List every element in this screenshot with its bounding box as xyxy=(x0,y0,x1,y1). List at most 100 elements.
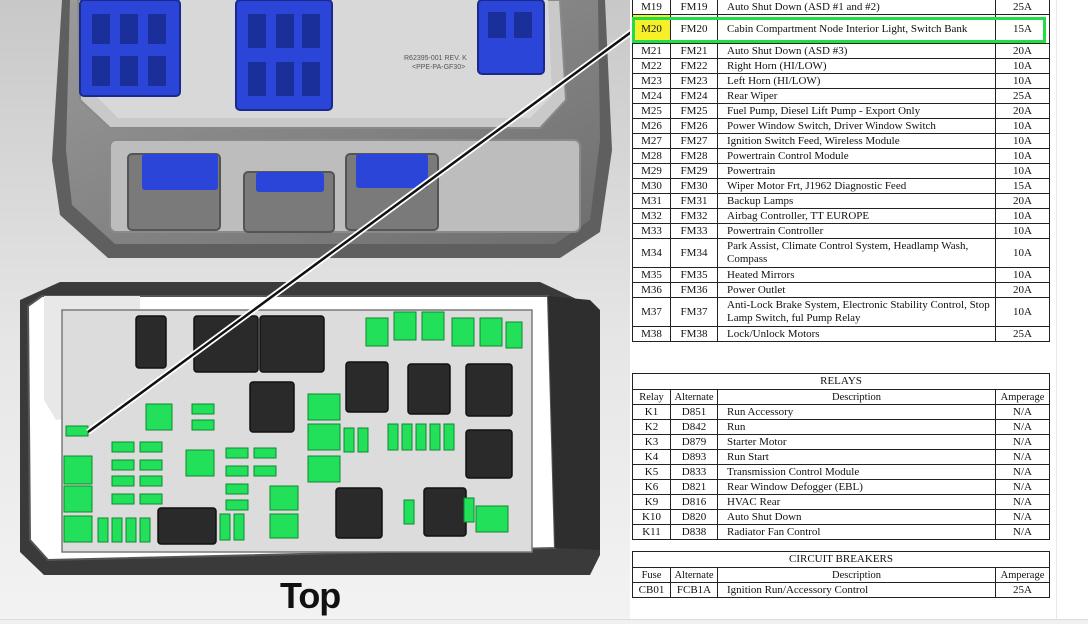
fuse-tables-panel: M19 FM19 Auto Shut Down (ASD #1 and #2) 25A… xyxy=(630,0,1058,600)
relay-id: K4 xyxy=(632,449,671,465)
fuse-row: M21 FM21 Auto Shut Down (ASD #3) 20A xyxy=(632,43,1050,59)
connector-right xyxy=(477,0,545,75)
relay-row: K10 D820 Auto Shut Down N/A xyxy=(632,509,1050,525)
fuse-amperage: 20A xyxy=(995,282,1050,298)
fuse-row: M35 FM35 Heated Mirrors 10A xyxy=(632,267,1050,283)
fuse-alternate: FM28 xyxy=(670,148,718,164)
fuse-row: M37 FM37 Anti-Lock Brake System, Electroni… xyxy=(632,297,1050,327)
fuse-amperage: 10A xyxy=(995,223,1050,239)
fuse-amperage: 10A xyxy=(995,163,1050,179)
fuse-row: M34 FM34 Park Assist, Climate Control Syst… xyxy=(632,238,1050,268)
relay-row: K3 D879 Starter Motor N/A xyxy=(632,434,1050,450)
fuse-id: M26 xyxy=(632,118,671,134)
fuse-id: M31 xyxy=(632,193,671,209)
relay-id: K1 xyxy=(632,404,671,420)
fuse-amperage: 10A xyxy=(995,148,1050,164)
fuse-description: Wiper Motor Frt, J1962 Diagnostic Feed xyxy=(717,178,996,194)
fuse-diagram-viewer: { "diagram": { "view_label": "Top", "par… xyxy=(0,0,1088,624)
fuse-description: Backup Lamps xyxy=(717,193,996,209)
relays-header-relay: Relay xyxy=(632,389,671,405)
fuse-row: M31 FM31 Backup Lamps 20A xyxy=(632,193,1050,209)
fuse-id: M38 xyxy=(632,326,671,342)
fuse-row: M26 FM26 Power Window Switch, Driver Windo… xyxy=(632,118,1050,134)
relays-caption: RELAYS xyxy=(632,373,1050,390)
fuse-alternate: FM27 xyxy=(670,133,718,149)
fuse-amperage: 10A xyxy=(995,133,1050,149)
fuse-amperage: 10A xyxy=(995,208,1050,224)
relay-alternate: D893 xyxy=(670,449,718,465)
relay-amperage: N/A xyxy=(995,449,1050,465)
fuse-row: M36 FM36 Power Outlet 20A xyxy=(632,282,1050,298)
fuse-row: M19 FM19 Auto Shut Down (ASD #1 and #2) 25A xyxy=(632,0,1050,15)
fuse-id: M24 xyxy=(632,88,671,104)
fuse-amperage: 10A xyxy=(995,73,1050,89)
horizontal-scrollbar[interactable] xyxy=(0,619,1088,624)
relays-header-description: Description xyxy=(717,389,996,405)
fuse-alternate: FM29 xyxy=(670,163,718,179)
fuse-id: M21 xyxy=(632,43,671,59)
fuse-amperage: 15A xyxy=(995,14,1050,44)
fuse-alternate: FM30 xyxy=(670,178,718,194)
fuse-description: Cabin Compartment Node Interior Light, S… xyxy=(717,14,996,44)
fuse-row: M29 FM29 Powertrain 10A xyxy=(632,163,1050,179)
fuse-id: M20 xyxy=(632,14,671,44)
relay-id: K6 xyxy=(632,479,671,495)
fuse-row: M27 FM27 Ignition Switch Feed, Wireless Mo… xyxy=(632,133,1050,149)
fuse-row: M22 FM22 Right Horn (HI/LOW) 10A xyxy=(632,58,1050,74)
relay-row: K5 D833 Transmission Control Module N/A xyxy=(632,464,1050,480)
relay-row: K2 D842 Run N/A xyxy=(632,419,1050,435)
fuse-alternate: FM22 xyxy=(670,58,718,74)
relay-amperage: N/A xyxy=(995,509,1050,525)
fuse-description: Auto Shut Down (ASD #3) xyxy=(717,43,996,59)
fuse-amperage: 15A xyxy=(995,178,1050,194)
fuse-alternate: FM37 xyxy=(670,297,718,327)
fuse-description: Lock/Unlock Motors xyxy=(717,326,996,342)
fuse-id: M29 xyxy=(632,163,671,179)
relay-description: Starter Motor xyxy=(717,434,996,450)
relay-alternate: D816 xyxy=(670,494,718,510)
part-number-line1: R62395-001 REV. K xyxy=(404,55,467,62)
fuse-description: Anti-Lock Brake System, Electronic Stabi… xyxy=(717,297,996,327)
fuse-alternate: FM20 xyxy=(670,14,718,44)
breakers-header-alternate: Alternate xyxy=(670,567,718,583)
fuse-row: M28 FM28 Powertrain Control Module 10A xyxy=(632,148,1050,164)
fuse-amperage: 25A xyxy=(995,88,1050,104)
relay-alternate: D838 xyxy=(670,524,718,540)
fuse-id: M19 xyxy=(632,0,671,15)
fuse-alternate: FM33 xyxy=(670,223,718,239)
fuse-description: Right Horn (HI/LOW) xyxy=(717,58,996,74)
fuse-alternate: FM21 xyxy=(670,43,718,59)
fuse-description: Airbag Controller, TT EUROPE xyxy=(717,208,996,224)
fuse-alternate: FM24 xyxy=(670,88,718,104)
fuse-id: M34 xyxy=(632,238,671,268)
breakers-table-body: CB01 FCB1A Ignition Run/Accessory Control 2… xyxy=(632,582,1050,598)
fuse-amperage: 20A xyxy=(995,103,1050,119)
relay-row: K1 D851 Run Accessory N/A xyxy=(632,404,1050,420)
fuse-alternate: FM38 xyxy=(670,326,718,342)
fuse-alternate: FM31 xyxy=(670,193,718,209)
relay-row: K9 D816 HVAC Rear N/A xyxy=(632,494,1050,510)
relay-row: K11 D838 Radiator Fan Control N/A xyxy=(632,524,1050,540)
relay-amperage: N/A xyxy=(995,494,1050,510)
fuse-alternate: FM23 xyxy=(670,73,718,89)
relay-row: K6 D821 Rear Window Defogger (EBL) N/A xyxy=(632,479,1050,495)
relay-description: Rear Window Defogger (EBL) xyxy=(717,479,996,495)
fuse-description: Fuel Pump, Diesel Lift Pump - Export Onl… xyxy=(717,103,996,119)
breakers-header-row: Fuse Alternate Description Amperage xyxy=(632,567,1050,583)
relay-alternate: D851 xyxy=(670,404,718,420)
fuse-amperage: 10A xyxy=(995,267,1050,283)
breaker-alternate: FCB1A xyxy=(670,582,718,598)
fuse-alternate: FM36 xyxy=(670,282,718,298)
relay-row: K4 D893 Run Start N/A xyxy=(632,449,1050,465)
upper-housing: R62395-001 REV. K <PPE-PA-GF30> xyxy=(52,0,612,258)
relay-description: Radiator Fan Control xyxy=(717,524,996,540)
fuse-row: M20 FM20 Cabin Compartment Node Interior L… xyxy=(632,14,1050,44)
fuse-amperage: 10A xyxy=(995,58,1050,74)
vertical-scrollbar[interactable] xyxy=(1056,0,1088,624)
relay-description: Transmission Control Module xyxy=(717,464,996,480)
relay-amperage: N/A xyxy=(995,404,1050,420)
fuse-id: M33 xyxy=(632,223,671,239)
breaker-row: CB01 FCB1A Ignition Run/Accessory Control 2… xyxy=(632,582,1050,598)
relay-amperage: N/A xyxy=(995,419,1050,435)
fuse-amperage: 25A xyxy=(995,326,1050,342)
